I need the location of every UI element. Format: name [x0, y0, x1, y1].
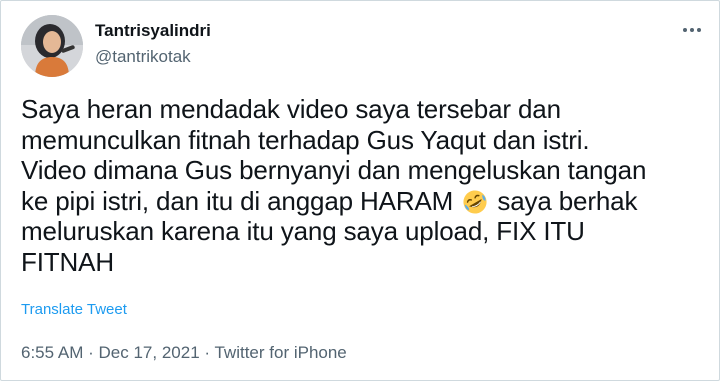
- tweet-time[interactable]: 6:55 AM: [21, 343, 83, 362]
- tweet-text-segment: saya berhak: [497, 185, 638, 216]
- avatar[interactable]: [21, 15, 83, 77]
- tweet-text-line: FITNAH: [21, 246, 114, 277]
- tweet-text-line: memunculkan fitnah terhadap Gus Yaqut da…: [21, 124, 590, 155]
- profile-photo-icon: [21, 15, 83, 77]
- tweet-text-line: Saya heran mendadak video saya tersebar …: [21, 94, 561, 124]
- tweet-text-segment: ke pipi istri, dan itu di anggap HARAM: [21, 185, 454, 216]
- dot: [690, 28, 694, 32]
- user-handle[interactable]: @tantrikotak: [95, 47, 191, 67]
- dot: [697, 28, 701, 32]
- tweet-card: Tantrisyalindri @tantrikotak Saya heran …: [0, 0, 720, 381]
- tweet-text-line: Video dimana Gus bernyanyi dan mengelusk…: [21, 155, 647, 185]
- tweet-date[interactable]: Dec 17, 2021: [99, 343, 200, 362]
- rolling-on-the-floor-laughing-emoji-icon: [463, 189, 487, 214]
- separator: ·: [88, 343, 94, 362]
- tweet-source[interactable]: Twitter for iPhone: [214, 343, 346, 362]
- tweet-text-line: meluruskan karena itu yang saya upload, …: [21, 216, 585, 246]
- translate-tweet-link[interactable]: Translate Tweet: [21, 301, 127, 318]
- separator: ·: [204, 343, 211, 362]
- dot: [683, 28, 687, 32]
- tweet-text: Saya heran mendadak video saya tersebar …: [21, 94, 711, 277]
- tweet-text-line-with-emoji: ke pipi istri, dan itu di anggap HARAM s…: [21, 186, 711, 217]
- display-name[interactable]: Tantrisyalindri: [95, 21, 211, 41]
- more-options-icon[interactable]: [679, 23, 705, 37]
- tweet-metadata: 6:55 AM · Dec 17, 2021 · Twitter for iPh…: [21, 343, 347, 363]
